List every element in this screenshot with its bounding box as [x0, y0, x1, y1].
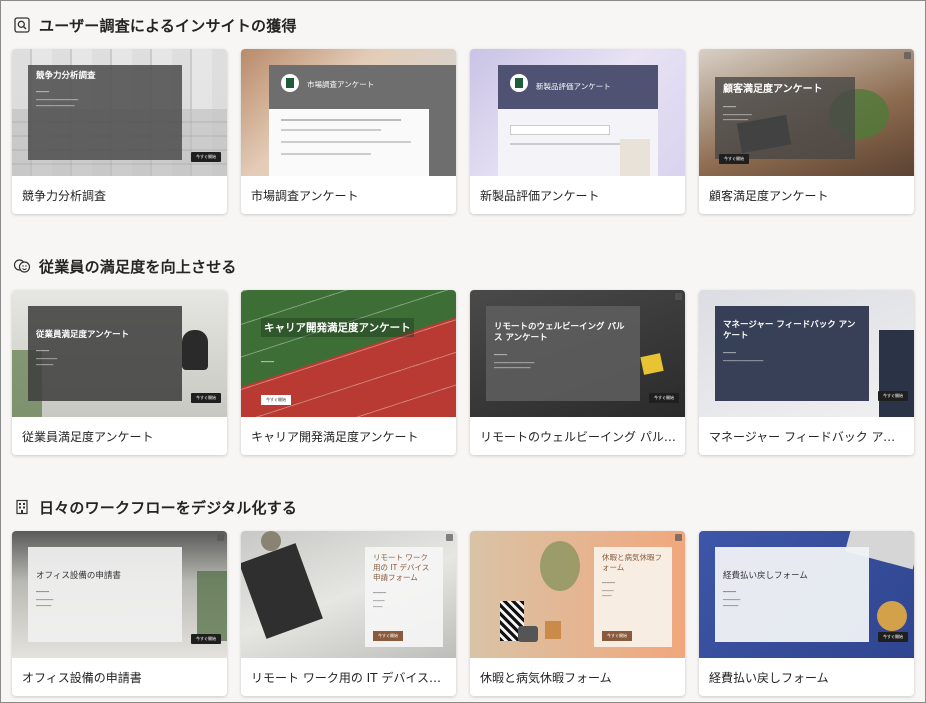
panel-title: リモート ワーク用の IT デバイス申請フォーム: [373, 553, 430, 583]
card-thumbnail: リモートのウェルビーイング パルス アンケート ━━━━━━ ━━━━━━━━━…: [470, 290, 685, 417]
card-thumbnail: マネージャー フィードバック アンケート ━━━━━━ ━━━━━━━━━━━━…: [699, 290, 914, 417]
template-card-manager-feedback[interactable]: マネージャー フィードバック アンケート ━━━━━━ ━━━━━━━━━━━━…: [699, 290, 914, 455]
search-icon: [13, 16, 31, 34]
card-title: 市場調査アンケート: [251, 189, 359, 203]
card-title: 従業員満足度アンケート: [22, 430, 154, 444]
smile-people-icon: [13, 257, 31, 275]
card-title: リモート ワーク用の IT デバイス申請フォ...: [251, 671, 449, 685]
building-icon: [13, 498, 31, 516]
template-card-competitive-analysis[interactable]: 競争力分析調査 ━━━━━━ ━━━━━━━━━━━━━━━━━━━━━━ ━━━…: [12, 49, 227, 214]
start-now-button[interactable]: 今すぐ開始: [191, 634, 221, 644]
start-now-button[interactable]: 今すぐ開始: [878, 391, 908, 401]
start-now-button[interactable]: 今すぐ開始: [373, 631, 403, 641]
card-title: オフィス設備の申請書: [22, 671, 142, 685]
section-header-user-research: ユーザー調査によるインサイトの獲得: [13, 13, 297, 37]
panel-title: 従業員満足度アンケート: [36, 330, 130, 340]
card-thumbnail: 新製品評価アンケート: [470, 49, 685, 176]
card-title: 競争力分析調査: [22, 189, 107, 203]
start-now-button[interactable]: 今すぐ開始: [191, 152, 221, 162]
card-thumbnail: 休暇と病気休暇フォーム ━━━━━━ ━━━━━━ ━━━━━ 今すぐ開始: [470, 531, 685, 658]
panel-title: 休暇と病気休暇フォーム: [602, 553, 662, 573]
template-card-career-development[interactable]: キャリア開発満足度アンケート ━━━━━━ 今すぐ開始 キャリア開発満足度アンケ…: [241, 290, 456, 455]
template-card-it-device-request[interactable]: リモート ワーク用の IT デバイス申請フォーム ━━━━━━ ━━━━━━ ━━…: [241, 531, 456, 696]
panel-title: キャリア開発満足度アンケート: [261, 318, 414, 337]
section-header-digitize-workflow: 日々のワークフローをデジタル化する: [13, 495, 297, 519]
start-now-button[interactable]: 今すぐ開始: [719, 154, 749, 164]
panel-title: オフィス設備の申請書: [36, 571, 121, 581]
start-now-button[interactable]: 今すぐ開始: [649, 393, 679, 403]
card-title: 顧客満足度アンケート: [709, 189, 829, 203]
panel-title: 新製品評価アンケート: [536, 82, 611, 91]
template-card-expense-reimbursement[interactable]: 経費払い戻しフォーム ━━━━━━ ━━━━━━━━━ ━━━━━━━━ 今すぐ開…: [699, 531, 914, 696]
start-now-button[interactable]: 今すぐ開始: [261, 395, 291, 405]
panel-title: 顧客満足度アンケート: [723, 84, 823, 95]
card-thumbnail: 経費払い戻しフォーム ━━━━━━ ━━━━━━━━━ ━━━━━━━━ 今すぐ開…: [699, 531, 914, 658]
panel-title: 経費払い戻しフォーム: [723, 571, 808, 581]
template-card-employee-satisfaction[interactable]: 従業員満足度アンケート ━━━━━━ ━━━━━━━━━━━ ━━━━━━━━━ …: [12, 290, 227, 455]
card-thumbnail: 市場調査アンケート: [241, 49, 456, 176]
card-title: 経費払い戻しフォーム: [709, 671, 829, 685]
template-card-leave-request[interactable]: 休暇と病気休暇フォーム ━━━━━━ ━━━━━━ ━━━━━ 今すぐ開始 休暇と…: [470, 531, 685, 696]
section-title: 日々のワークフローをデジタル化する: [39, 498, 298, 517]
panel-title: 市場調査アンケート: [307, 80, 375, 89]
template-card-new-product-evaluation[interactable]: 新製品評価アンケート 新製品評価アンケート: [470, 49, 685, 214]
card-title: リモートのウェルビーイング パルス アンケート: [480, 430, 678, 444]
card-thumbnail: 顧客満足度アンケート ━━━━━━ ━━━━━━━━━━━━━━━ ━━━━━━━…: [699, 49, 914, 176]
card-thumbnail: 従業員満足度アンケート ━━━━━━ ━━━━━━━━━━━ ━━━━━━━━━ …: [12, 290, 227, 417]
template-card-customer-satisfaction[interactable]: 顧客満足度アンケート ━━━━━━ ━━━━━━━━━━━━━━━ ━━━━━━━…: [699, 49, 914, 214]
panel-title: マネージャー フィードバック アンケート: [723, 320, 856, 342]
card-thumbnail: リモート ワーク用の IT デバイス申請フォーム ━━━━━━ ━━━━━━ ━━…: [241, 531, 456, 658]
section-header-employee-satisfaction: 従業員の満足度を向上させる: [13, 254, 237, 278]
card-thumbnail: オフィス設備の申請書 ━━━━━━ ━━━━━━━━━ ━━━━━━━━ 今すぐ開…: [12, 531, 227, 658]
panel-title: 競争力分析調査: [36, 71, 96, 81]
template-card-office-equipment-request[interactable]: オフィス設備の申請書 ━━━━━━ ━━━━━━━━━ ━━━━━━━━ 今すぐ開…: [12, 531, 227, 696]
card-thumbnail: キャリア開発満足度アンケート ━━━━━━ 今すぐ開始: [241, 290, 456, 417]
card-title: マネージャー フィードバック アンケート: [709, 430, 907, 444]
section-title: ユーザー調査によるインサイトの獲得: [39, 16, 297, 35]
start-now-button[interactable]: 今すぐ開始: [602, 631, 632, 641]
panel-title: リモートのウェルビーイング パルス アンケート: [494, 322, 625, 344]
start-now-button[interactable]: 今すぐ開始: [878, 632, 908, 642]
card-title: キャリア開発満足度アンケート: [251, 430, 419, 444]
card-thumbnail: 競争力分析調査 ━━━━━━ ━━━━━━━━━━━━━━━━━━━━━━ ━━━…: [12, 49, 227, 176]
section-title: 従業員の満足度を向上させる: [39, 257, 237, 276]
card-title: 新製品評価アンケート: [480, 189, 600, 203]
card-title: 休暇と病気休暇フォーム: [480, 671, 612, 685]
start-now-button[interactable]: 今すぐ開始: [191, 393, 221, 403]
template-card-market-research[interactable]: 市場調査アンケート 市場調査アンケート: [241, 49, 456, 214]
template-card-remote-wellbeing[interactable]: リモートのウェルビーイング パルス アンケート ━━━━━━ ━━━━━━━━━…: [470, 290, 685, 455]
